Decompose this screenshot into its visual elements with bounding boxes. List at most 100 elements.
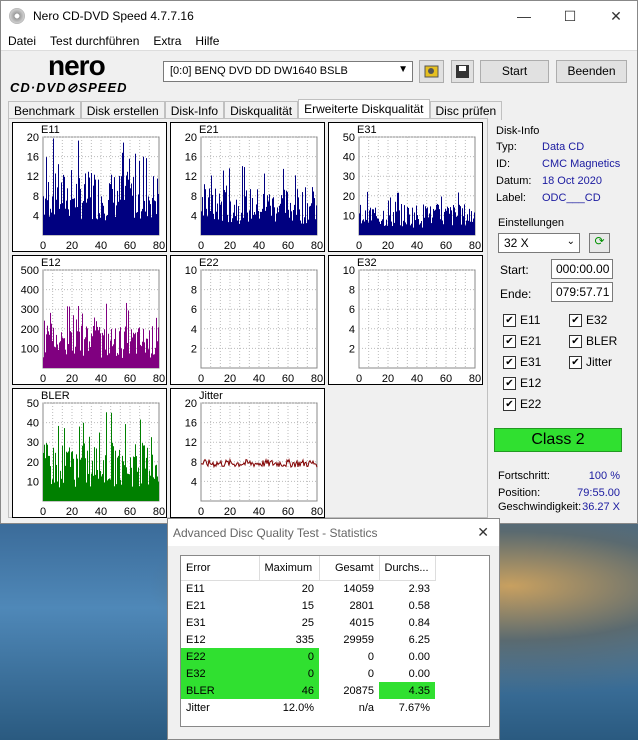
header-gesamt[interactable]: Gesamt bbox=[319, 556, 380, 581]
bar bbox=[279, 205, 280, 235]
header-error[interactable]: Error bbox=[181, 556, 260, 581]
bar bbox=[426, 208, 427, 235]
bar bbox=[392, 226, 393, 235]
bar bbox=[456, 216, 457, 235]
chart-e22: 2 4 6 8 10 0 20 40 60 80 E22 bbox=[170, 255, 325, 385]
bar bbox=[75, 207, 76, 235]
bar bbox=[78, 477, 79, 501]
y-tick-label: 50 bbox=[343, 132, 355, 144]
maximize-button[interactable]: ☐ bbox=[547, 1, 593, 31]
x-tick-label: 40 bbox=[95, 373, 107, 385]
x-tick-label: 80 bbox=[311, 373, 323, 385]
y-tick-label: 4 bbox=[33, 210, 39, 222]
position-label: Position: bbox=[498, 487, 541, 499]
bar bbox=[68, 451, 69, 501]
bar bbox=[140, 419, 141, 501]
minimize-button[interactable]: — bbox=[501, 1, 547, 31]
bar bbox=[95, 179, 96, 235]
bar bbox=[55, 173, 56, 235]
bar bbox=[411, 223, 412, 235]
bar bbox=[113, 202, 114, 235]
bar bbox=[434, 210, 435, 235]
bar bbox=[50, 312, 51, 368]
bar bbox=[220, 204, 221, 235]
menu-extra[interactable]: Extra bbox=[146, 34, 188, 48]
bar bbox=[77, 331, 78, 368]
bar bbox=[118, 455, 119, 501]
menu-hilfe[interactable]: Hilfe bbox=[188, 34, 226, 48]
bar bbox=[123, 142, 124, 235]
chart-title: BLER bbox=[41, 390, 70, 402]
bar bbox=[122, 152, 123, 235]
bar bbox=[96, 218, 97, 235]
refresh-button[interactable]: ⟳ bbox=[589, 233, 610, 253]
cell-max: 46 bbox=[259, 682, 319, 699]
bar bbox=[364, 221, 365, 235]
bar bbox=[107, 355, 108, 368]
y-tick-label: 20 bbox=[27, 457, 39, 469]
drive-select[interactable]: [0:0] BENQ DVD DD DW1640 BSLB ▼ bbox=[163, 61, 413, 82]
bar bbox=[365, 210, 366, 235]
bar bbox=[419, 224, 420, 235]
bar bbox=[313, 191, 314, 235]
bar bbox=[130, 457, 131, 501]
x-tick-label: 20 bbox=[66, 373, 78, 385]
end-button[interactable]: Beenden bbox=[556, 60, 627, 83]
checkmark-icon: ✔ bbox=[503, 355, 516, 369]
bar bbox=[368, 222, 369, 235]
stats-close-button[interactable]: ✕ bbox=[477, 524, 489, 541]
bar bbox=[242, 166, 243, 235]
checkbox-e31[interactable]: ✔ E31 bbox=[503, 355, 541, 369]
tab-erweiterte-diskqualitaet[interactable]: Erweiterte Diskqualität bbox=[298, 99, 430, 120]
checkbox-e22[interactable]: ✔ E22 bbox=[503, 397, 541, 411]
bar bbox=[225, 192, 226, 235]
save-button[interactable] bbox=[451, 60, 474, 83]
bar bbox=[259, 218, 260, 235]
bar bbox=[136, 353, 137, 368]
bar bbox=[157, 178, 158, 235]
checkbox-e32[interactable]: ✔ E32 bbox=[569, 313, 607, 327]
bar bbox=[44, 320, 45, 368]
bar bbox=[457, 215, 458, 235]
bar bbox=[137, 332, 138, 368]
cell-error: E12 bbox=[186, 633, 206, 646]
speed-select[interactable]: 32 X ⌄ bbox=[498, 233, 580, 253]
start-button[interactable]: Start bbox=[480, 60, 549, 83]
checkbox-label: E22 bbox=[520, 397, 542, 411]
menu-test[interactable]: Test durchführen bbox=[43, 34, 146, 48]
end-field[interactable]: 079:57.71 bbox=[551, 282, 613, 302]
checkbox-bler[interactable]: ✔ BLER bbox=[569, 334, 617, 348]
bar bbox=[264, 173, 265, 235]
menu-datei[interactable]: Datei bbox=[1, 34, 43, 48]
bar bbox=[154, 354, 155, 368]
close-button[interactable]: ✕ bbox=[593, 1, 638, 31]
cell-total: 14059 bbox=[343, 582, 374, 595]
checkbox-e11[interactable]: ✔ E11 bbox=[503, 313, 540, 327]
chart-title: E31 bbox=[357, 124, 377, 136]
bar bbox=[83, 422, 84, 501]
bar bbox=[144, 445, 145, 501]
x-tick-label: 40 bbox=[253, 373, 265, 385]
bar bbox=[156, 464, 157, 501]
header-durchschnitt[interactable]: Durchs... bbox=[379, 556, 436, 581]
bar bbox=[59, 487, 60, 501]
bar bbox=[115, 216, 116, 235]
bar bbox=[92, 219, 93, 235]
checkbox-label: E31 bbox=[520, 355, 542, 369]
bar bbox=[366, 219, 367, 235]
bar bbox=[88, 350, 89, 368]
header-maximum[interactable]: Maximum bbox=[259, 556, 320, 581]
bar bbox=[77, 207, 78, 235]
bar bbox=[139, 160, 140, 235]
checkbox-jitter[interactable]: ✔ Jitter bbox=[569, 355, 612, 369]
stats-row: E22 0 0 0.00 bbox=[181, 648, 435, 665]
bar bbox=[217, 203, 218, 235]
bar bbox=[53, 447, 54, 501]
eject-button[interactable] bbox=[419, 60, 444, 83]
bar bbox=[237, 220, 238, 235]
bar bbox=[155, 201, 156, 235]
checkbox-e21[interactable]: ✔ E21 bbox=[503, 334, 541, 348]
checkbox-e12[interactable]: ✔ E12 bbox=[503, 376, 541, 390]
start-field[interactable]: 000:00.00 bbox=[551, 259, 613, 279]
info-key: Label: bbox=[496, 191, 526, 204]
